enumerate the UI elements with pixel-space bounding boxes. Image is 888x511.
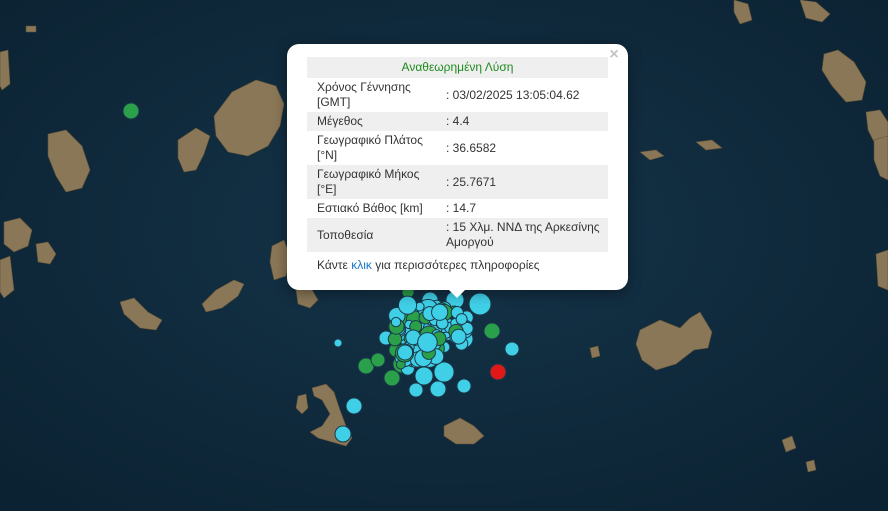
detail-value: : 36.6582 — [446, 140, 497, 155]
earthquake-marker-green[interactable] — [370, 352, 386, 368]
earthquake-marker-cyan[interactable] — [397, 295, 418, 315]
earthquake-marker-cyan[interactable] — [456, 378, 472, 394]
earthquake-marker-green[interactable] — [122, 102, 140, 120]
earthquake-marker-cyan[interactable] — [345, 397, 363, 415]
earthquake-marker-cyan[interactable] — [417, 332, 438, 353]
detail-row-magnitude: Μέγεθος : 4.4 — [307, 112, 608, 131]
island-small-5 — [0, 49, 11, 91]
detail-row-latitude: Γεωγραφικό Πλάτος [°N] : 36.6582 — [307, 131, 608, 165]
earthquake-marker-cyan[interactable] — [431, 303, 449, 321]
earthquake-marker-cyan[interactable] — [334, 425, 352, 443]
more-info-prefix: Κάντε — [317, 258, 352, 272]
earthquake-details-table: Αναθεωρημένη Λύση Χρόνος Γέννησης [GMT] … — [307, 57, 608, 252]
detail-row-depth: Εστιακό Βάθος [km] : 14.7 — [307, 199, 608, 218]
detail-label: Μέγεθος — [307, 112, 436, 131]
detail-value: : 03/02/2025 13:05:04.62 — [446, 87, 580, 102]
detail-label: Τοποθεσία — [307, 218, 436, 252]
popup-header-row: Αναθεωρημένη Λύση — [307, 57, 608, 78]
earthquake-marker-red[interactable] — [489, 363, 507, 381]
detail-row-longitude: Γεωγραφικό Μήκος [°E] : 25.7671 — [307, 165, 608, 199]
island-small-10 — [805, 459, 817, 473]
detail-row-origin-time: Χρόνος Γέννησης [GMT] : 03/02/2025 13:05… — [307, 78, 608, 112]
detail-value: : 15 Χλμ. ΝΝΔ της Αρκεσίνης Αμοργού — [436, 218, 608, 252]
earthquake-popup: × Αναθεωρημένη Λύση Χρόνος Γέννησης [GMT… — [287, 44, 628, 298]
island-small-9 — [589, 345, 601, 359]
earthquake-marker-cyan[interactable] — [433, 361, 455, 383]
detail-value: : 14.7 — [446, 201, 477, 215]
detail-row-location: Τοποθεσία : 15 Χλμ. ΝΝΔ της Αρκεσίνης Αμ… — [307, 218, 608, 252]
detail-value: : 4.4 — [436, 112, 608, 131]
detail-label: Γεωγραφικό Μήκος [°E] — [307, 165, 436, 199]
earthquake-marker-cyan[interactable] — [408, 382, 424, 398]
earthquake-marker-cyan[interactable] — [397, 344, 414, 361]
earthquake-marker-cyan[interactable] — [450, 328, 467, 345]
detail-label: Χρόνος Γέννησης [GMT] — [317, 80, 411, 109]
island-east-4 — [875, 249, 888, 291]
earthquake-marker-cyan[interactable] — [504, 341, 520, 357]
more-info-line: Κάντε κλικ για περισσότερες πληροφορίες — [317, 258, 540, 272]
detail-label: Εστιακό Βάθος [km] — [317, 201, 423, 215]
earthquake-marker-cyan[interactable] — [333, 338, 343, 348]
close-icon[interactable]: × — [606, 46, 622, 64]
earthquake-marker-cyan[interactable] — [414, 366, 434, 386]
popup-tip — [447, 288, 467, 298]
island-small-6 — [25, 25, 37, 33]
popup-title: Αναθεωρημένη Λύση — [307, 57, 608, 78]
more-info-link[interactable]: κλικ — [351, 258, 372, 272]
earthquake-marker-cyan[interactable] — [468, 292, 492, 316]
more-info-suffix: για περισσότερες πληροφορίες — [371, 258, 540, 272]
earthquake-marker-cyan[interactable] — [429, 380, 447, 398]
detail-value: : 25.7671 — [436, 165, 608, 199]
earthquake-marker-cyan[interactable] — [455, 313, 468, 326]
earthquake-marker-cyan[interactable] — [390, 316, 402, 328]
earthquake-marker-green[interactable] — [483, 322, 501, 340]
detail-label: Γεωγραφικό Πλάτος [°N] — [317, 133, 423, 162]
